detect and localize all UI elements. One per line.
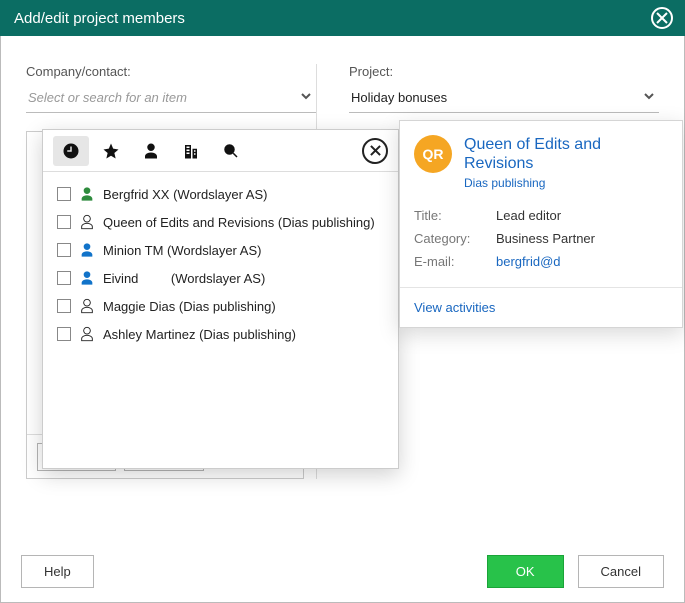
search-icon	[222, 142, 240, 160]
project-value: Holiday bonuses	[351, 90, 447, 105]
chevron-down-icon	[300, 90, 312, 105]
tab-person[interactable]	[133, 136, 169, 166]
contact-checkbox[interactable]	[57, 299, 71, 313]
detail-company[interactable]: Dias publishing	[464, 176, 668, 190]
contact-picker-popover: Bergfrid XX (Wordslayer AS) Queen of Edit…	[42, 129, 399, 469]
contact-label: Ashley Martinez (Dias publishing)	[103, 327, 296, 342]
contact-label: Bergfrid XX (Wordslayer AS)	[103, 187, 267, 202]
ok-button[interactable]: OK	[487, 555, 564, 588]
dialog-close-button[interactable]	[651, 7, 673, 29]
contact-list: Bergfrid XX (Wordslayer AS) Queen of Edit…	[43, 172, 398, 468]
contact-label: Queen of Edits and Revisions (Dias publi…	[103, 215, 375, 230]
company-contact-label: Company/contact:	[26, 64, 316, 79]
company-contact-placeholder: Select or search for an item	[28, 90, 187, 105]
contact-label: Minion TM (Wordslayer AS)	[103, 243, 261, 258]
close-icon	[370, 145, 381, 156]
person-icon	[79, 242, 95, 258]
kv-email-value[interactable]: bergfrid@d	[496, 254, 561, 269]
contact-checkbox[interactable]	[57, 327, 71, 341]
titlebar: Add/edit project members	[0, 0, 685, 36]
project-combo[interactable]: Holiday bonuses	[349, 85, 659, 113]
kv-title-value: Lead editor	[496, 208, 561, 223]
contact-row[interactable]: Queen of Edits and Revisions (Dias publi…	[47, 208, 394, 236]
contact-checkbox[interactable]	[57, 243, 71, 257]
building-icon	[182, 142, 200, 160]
kv-category-value: Business Partner	[496, 231, 595, 246]
avatar: QR	[414, 135, 452, 173]
contact-checkbox[interactable]	[57, 215, 71, 229]
person-icon	[79, 186, 95, 202]
contact-checkbox[interactable]	[57, 187, 71, 201]
contact-checkbox[interactable]	[57, 271, 71, 285]
view-activities-link[interactable]: View activities	[414, 300, 495, 315]
tab-search[interactable]	[213, 136, 249, 166]
person-icon	[79, 326, 95, 342]
cancel-button[interactable]: Cancel	[578, 555, 664, 588]
chevron-down-icon	[643, 90, 655, 105]
close-icon	[656, 12, 668, 24]
person-icon	[79, 298, 95, 314]
contact-row[interactable]: Bergfrid XX (Wordslayer AS)	[47, 180, 394, 208]
person-icon	[79, 270, 95, 286]
contact-label: Eivind (Wordslayer AS)	[103, 271, 265, 286]
contact-row[interactable]: Ashley Martinez (Dias publishing)	[47, 320, 394, 348]
detail-name[interactable]: Queen of Edits and Revisions	[464, 135, 668, 173]
person-icon	[142, 142, 160, 160]
kv-email-label: E-mail:	[414, 254, 486, 269]
contact-row[interactable]: Minion TM (Wordslayer AS)	[47, 236, 394, 264]
contact-row[interactable]: Maggie Dias (Dias publishing)	[47, 292, 394, 320]
project-label: Project:	[349, 64, 659, 79]
contact-label: Maggie Dias (Dias publishing)	[103, 299, 276, 314]
help-button[interactable]: Help	[21, 555, 94, 588]
star-icon	[102, 142, 120, 160]
kv-category-label: Category:	[414, 231, 486, 246]
tab-history[interactable]	[53, 136, 89, 166]
tab-company[interactable]	[173, 136, 209, 166]
dialog-title: Add/edit project members	[14, 10, 185, 27]
buttonbar: Help OK Cancel	[21, 555, 664, 588]
person-icon	[79, 214, 95, 230]
history-icon	[62, 142, 80, 160]
contact-row[interactable]: Eivind (Wordslayer AS)	[47, 264, 394, 292]
kv-title-label: Title:	[414, 208, 486, 223]
tab-favorites[interactable]	[93, 136, 129, 166]
popover-close-button[interactable]	[362, 138, 388, 164]
company-contact-combo[interactable]: Select or search for an item	[26, 85, 316, 113]
contact-detail-card: QR Queen of Edits and Revisions Dias pub…	[399, 120, 683, 328]
